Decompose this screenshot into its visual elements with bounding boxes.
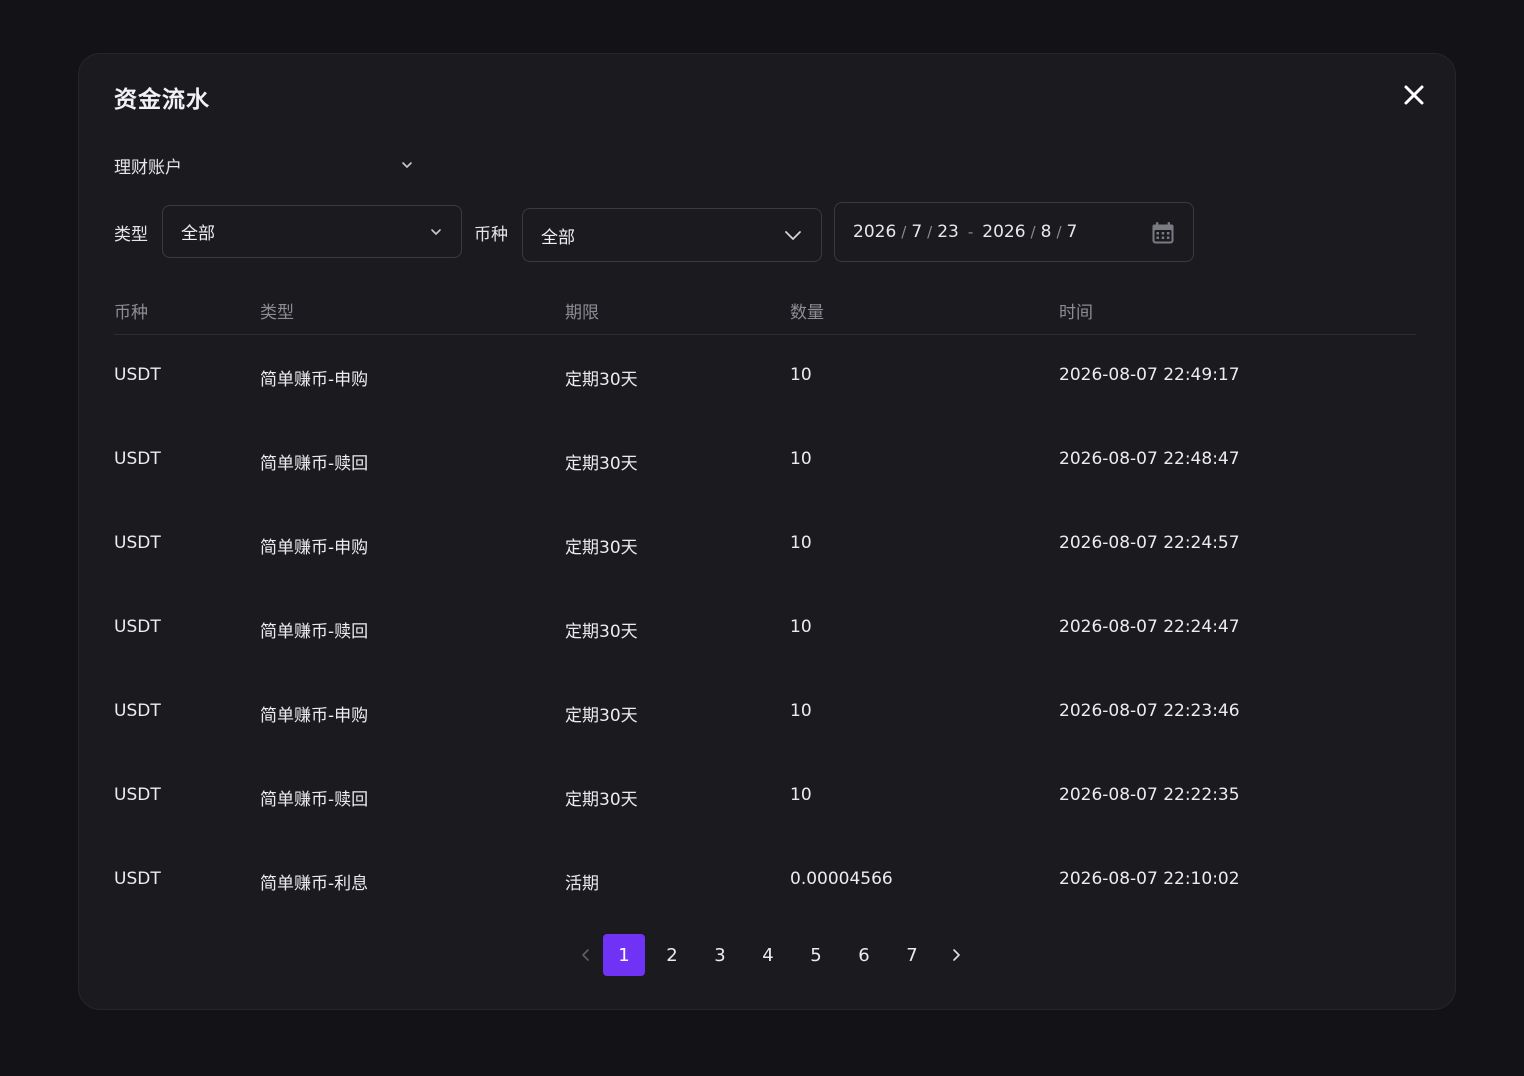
- cell-time: 2026-08-07 22:23:46: [1059, 701, 1240, 721]
- table-row: USDT 简单赚币-赎回 定期30天 10 2026-08-07 22:24:47: [114, 587, 1416, 671]
- chevron-down-icon: [402, 162, 412, 168]
- chevron-down-icon: [785, 231, 801, 240]
- page-button-1[interactable]: 1: [603, 934, 645, 976]
- page-button-7[interactable]: 7: [891, 934, 933, 976]
- header-coin: 币种: [114, 303, 148, 323]
- chevron-right-icon: [953, 949, 960, 961]
- cell-term: 定期30天: [565, 454, 638, 474]
- calendar-button[interactable]: [1151, 221, 1175, 245]
- cell-amount: 0.00004566: [790, 869, 893, 889]
- cell-time: 2026-08-07 22:22:35: [1059, 785, 1240, 805]
- table-row: USDT 简单赚币-赎回 定期30天 10 2026-08-07 22:48:47: [114, 419, 1416, 503]
- cell-coin: USDT: [114, 785, 161, 805]
- date-range-start[interactable]: 2026 / 7 / 23: [853, 222, 959, 242]
- page-button-6[interactable]: 6: [843, 934, 885, 976]
- header-amount: 数量: [790, 303, 824, 323]
- close-icon: [1404, 85, 1424, 105]
- cell-type: 简单赚币-申购: [260, 538, 369, 558]
- cell-time: 2026-08-07 22:24:57: [1059, 533, 1240, 553]
- cell-term: 活期: [565, 874, 599, 894]
- page-button-2[interactable]: 2: [651, 934, 693, 976]
- modal-title: 资金流水: [114, 87, 210, 113]
- type-select[interactable]: 全部: [162, 205, 462, 258]
- page-button-4[interactable]: 4: [747, 934, 789, 976]
- cell-type: 简单赚币-赎回: [260, 790, 369, 810]
- type-select-value: 全部: [181, 224, 215, 244]
- cell-term: 定期30天: [565, 622, 638, 642]
- date-range-dash: -: [967, 223, 974, 241]
- cell-time: 2026-08-07 22:24:47: [1059, 617, 1240, 637]
- cell-coin: USDT: [114, 449, 161, 469]
- cell-amount: 10: [790, 365, 812, 385]
- cell-amount: 10: [790, 533, 812, 553]
- cell-time: 2026-08-07 22:49:17: [1059, 365, 1240, 385]
- cell-coin: USDT: [114, 617, 161, 637]
- calendar-icon: [1152, 222, 1174, 244]
- cell-coin: USDT: [114, 365, 161, 385]
- table-row: USDT 简单赚币-申购 定期30天 10 2026-08-07 22:49:17: [114, 335, 1416, 419]
- pagination: 1234567: [569, 934, 973, 976]
- header-type: 类型: [260, 303, 294, 323]
- cell-term: 定期30天: [565, 370, 638, 390]
- cell-type: 简单赚币-赎回: [260, 622, 369, 642]
- fund-flow-modal: 资金流水 理财账户 类型 全部 币种 全部 2026 / 7 / 23 - 20…: [78, 53, 1456, 1010]
- chevron-left-icon: [582, 949, 589, 961]
- cell-type: 简单赚币-利息: [260, 874, 369, 894]
- close-button[interactable]: [1401, 82, 1427, 108]
- coin-select[interactable]: 全部: [522, 208, 822, 262]
- table-header: 币种 类型 期限 数量 时间: [114, 286, 1416, 335]
- table-row: USDT 简单赚币-申购 定期30天 10 2026-08-07 22:24:57: [114, 503, 1416, 587]
- cell-type: 简单赚币-赎回: [260, 454, 369, 474]
- table-row: USDT 简单赚币-赎回 定期30天 10 2026-08-07 22:22:35: [114, 755, 1416, 839]
- cell-amount: 10: [790, 785, 812, 805]
- table-body: USDT 简单赚币-申购 定期30天 10 2026-08-07 22:49:17 USD…: [114, 335, 1416, 923]
- next-page-button[interactable]: [939, 934, 973, 976]
- coin-select-value: 全部: [541, 227, 575, 248]
- account-select[interactable]: 理财账户: [114, 150, 414, 180]
- coin-filter-label: 币种: [474, 225, 508, 245]
- cell-amount: 10: [790, 617, 812, 637]
- header-time: 时间: [1059, 303, 1093, 323]
- cell-type: 简单赚币-申购: [260, 370, 369, 390]
- prev-page-button[interactable]: [569, 934, 603, 976]
- cell-coin: USDT: [114, 869, 161, 889]
- type-filter-label: 类型: [114, 225, 148, 245]
- cell-term: 定期30天: [565, 706, 638, 726]
- page-button-3[interactable]: 3: [699, 934, 741, 976]
- cell-time: 2026-08-07 22:48:47: [1059, 449, 1240, 469]
- cell-term: 定期30天: [565, 538, 638, 558]
- page-button-5[interactable]: 5: [795, 934, 837, 976]
- cell-amount: 10: [790, 701, 812, 721]
- cell-amount: 10: [790, 449, 812, 469]
- table-row: USDT 简单赚币-利息 活期 0.00004566 2026-08-07 22:10:…: [114, 839, 1416, 923]
- account-select-value: 理财账户: [114, 157, 182, 178]
- cell-time: 2026-08-07 22:10:02: [1059, 869, 1240, 889]
- cell-term: 定期30天: [565, 790, 638, 810]
- page-list: 1234567: [603, 934, 939, 976]
- header-term: 期限: [565, 303, 599, 323]
- date-range-picker[interactable]: 2026 / 7 / 23 - 2026 / 8 / 7: [834, 202, 1194, 262]
- fund-flow-table: 币种 类型 期限 数量 时间 USDT 简单赚币-申购 定期30天 10 2026-08…: [114, 286, 1416, 923]
- chevron-down-icon: [431, 228, 441, 235]
- cell-type: 简单赚币-申购: [260, 706, 369, 726]
- cell-coin: USDT: [114, 701, 161, 721]
- table-row: USDT 简单赚币-申购 定期30天 10 2026-08-07 22:23:46: [114, 671, 1416, 755]
- date-range-end[interactable]: 2026 / 8 / 7: [982, 222, 1077, 242]
- cell-coin: USDT: [114, 533, 161, 553]
